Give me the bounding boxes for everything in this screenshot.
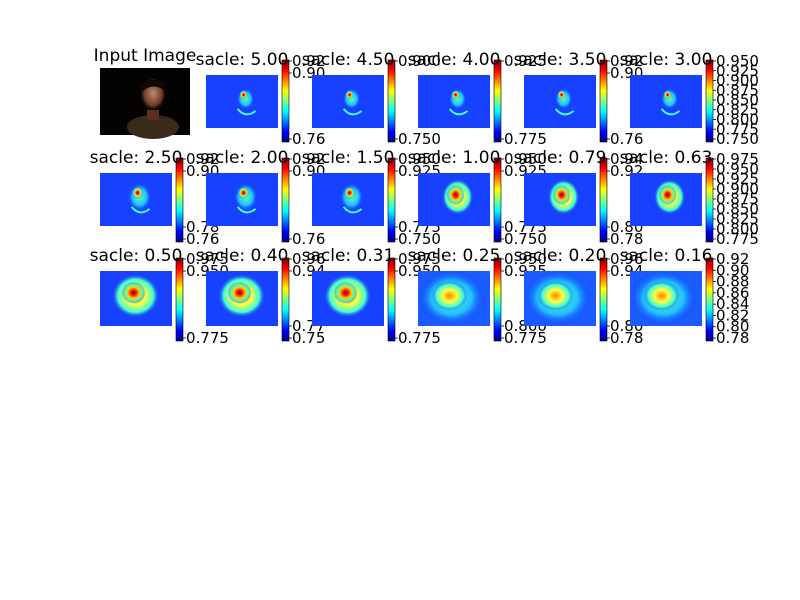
heatmap-hotspot-core (227, 281, 252, 304)
colorbar (599, 157, 608, 243)
heatmap-hotspot-core (446, 184, 465, 205)
panel-title: sacle: 1.00 (408, 148, 501, 168)
panel-title: sacle: 0.79 (514, 148, 607, 168)
colorbar-tick-label: 0.76 (292, 130, 325, 148)
colorbar-tick-label: 0.775 (504, 329, 547, 347)
heatmap-hotspot-core (643, 280, 680, 311)
heatmap-hotspot-core (121, 281, 146, 304)
heatmap-hotspot-core (557, 90, 566, 100)
heatmap-hotspot-core (663, 90, 672, 100)
heatmap-hotspot-core (238, 186, 250, 199)
colorbar (705, 157, 714, 243)
colorbar (705, 59, 714, 143)
heatmap-hotspot-core (451, 90, 460, 100)
colorbar (599, 257, 608, 342)
colorbar-tick-label: 0.775 (504, 130, 547, 148)
panel-title: sacle: 3.00 (620, 50, 713, 70)
colorbar-tick-label: 0.76 (610, 130, 643, 148)
panel-title: sacle: 0.63 (620, 148, 713, 168)
colorbar (175, 157, 184, 243)
colorbar (705, 257, 714, 342)
colorbar-tick-label: 0.775 (398, 329, 441, 347)
panel-title: sacle: 3.50 (514, 50, 607, 70)
panel-title: sacle: 4.00 (408, 50, 501, 70)
panel-title: sacle: 0.50 (90, 246, 183, 266)
colorbar (493, 257, 502, 342)
panel-title: sacle: 2.50 (90, 148, 183, 168)
heatmap-hotspot-core (239, 90, 248, 100)
heatmap-hotspot-core (345, 90, 354, 100)
figure-canvas: Input Image 0.920.900.76sacle: 5.00 0.900… (90, 46, 759, 347)
colorbar (281, 59, 290, 143)
colorbar (281, 257, 290, 342)
panel-title: sacle: 0.31 (302, 246, 395, 266)
colorbar-tick-label: 0.78 (610, 329, 643, 347)
panel-title: sacle: 0.25 (408, 246, 501, 266)
heatmap-hotspot-core (431, 280, 468, 311)
panel-title: sacle: 0.40 (196, 246, 289, 266)
heatmap-hotspot-core (537, 280, 574, 311)
colorbar-tick-label: 0.775 (716, 230, 759, 248)
panel-title: sacle: 0.16 (620, 246, 713, 266)
panel-title: sacle: 0.20 (514, 246, 607, 266)
heatmap-hotspot-core (333, 281, 358, 304)
colorbar (281, 157, 290, 243)
colorbar (387, 257, 396, 342)
colorbar (493, 59, 502, 143)
colorbar (387, 59, 396, 143)
colorbar (493, 157, 502, 243)
colorbar (599, 59, 608, 143)
heatmap-hotspot-core (344, 186, 355, 199)
heatmap-hotspot-core (132, 186, 144, 199)
panel-title: sacle: 4.50 (302, 50, 395, 70)
input-image-title: Input Image (94, 46, 197, 66)
panel-title: sacle: 5.00 (196, 50, 289, 70)
colorbar-tick-label: 0.750 (398, 130, 441, 148)
heatmap-hotspot-core (658, 184, 677, 205)
colorbar-tick-label: 0.75 (292, 329, 325, 347)
panel-title: sacle: 2.00 (196, 148, 289, 168)
colorbar-tick-label: 0.750 (716, 130, 759, 148)
colorbar-tick-label: 0.78 (716, 329, 749, 347)
colorbar-tick-label: 0.775 (186, 329, 229, 347)
colorbar (387, 157, 396, 243)
colorbar (175, 257, 184, 342)
heatmap-hotspot-core (552, 184, 571, 205)
heatmap-panels: 0.920.900.76sacle: 5.00 0.9000.750sacle: … (90, 50, 759, 347)
panel-title: sacle: 1.50 (302, 148, 395, 168)
input-image (100, 68, 190, 139)
